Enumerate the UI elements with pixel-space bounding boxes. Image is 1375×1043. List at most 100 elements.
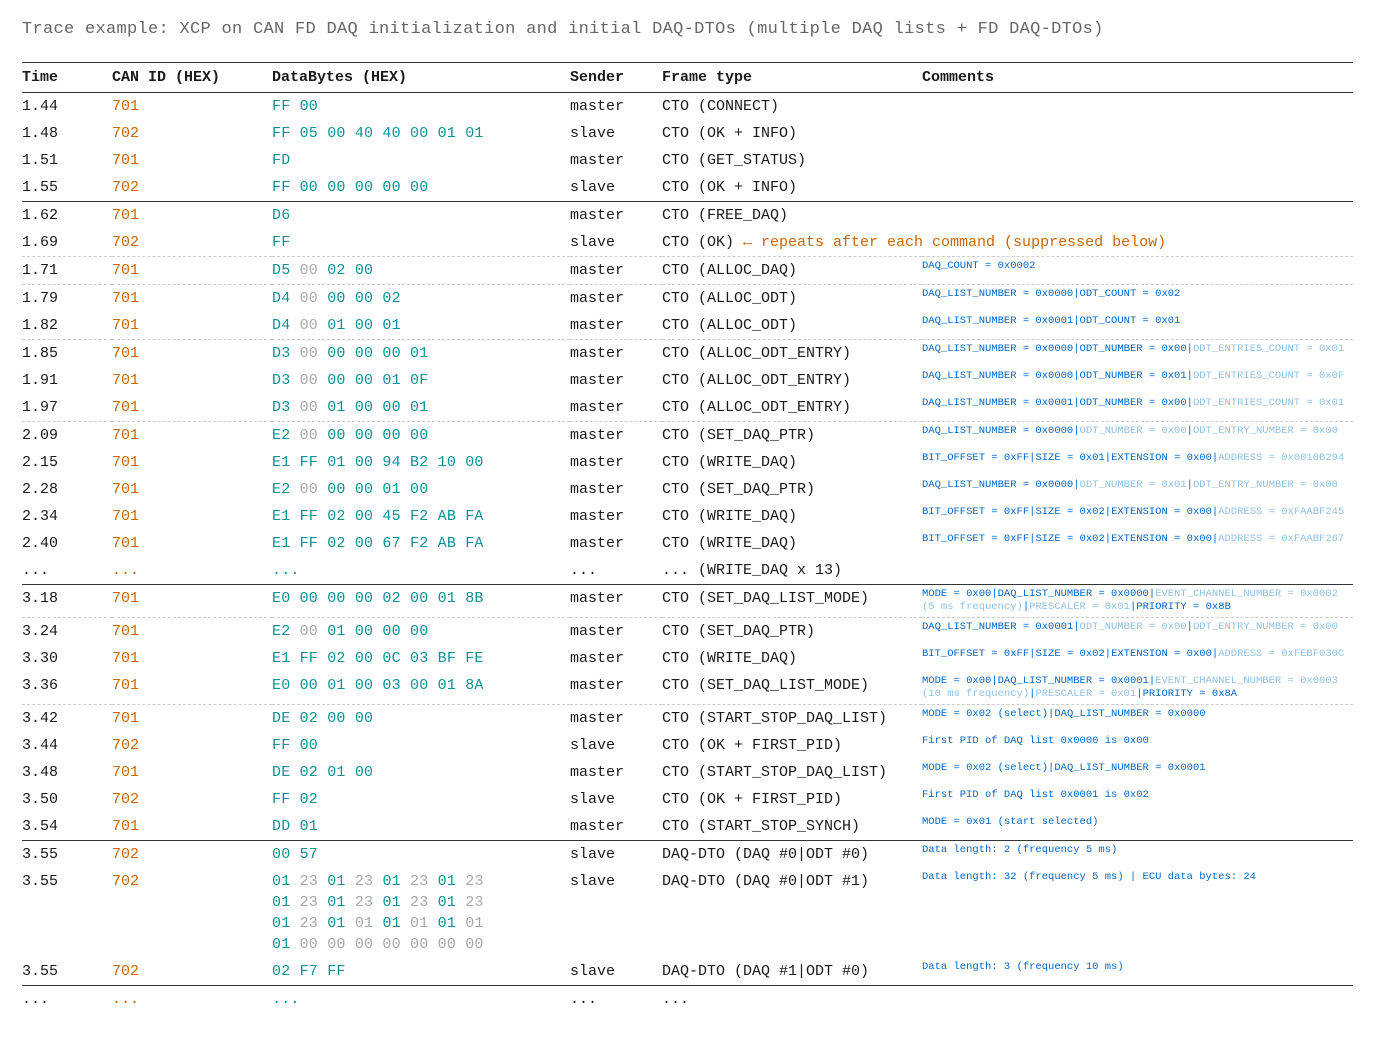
cell-canid: 701 [112,584,272,617]
cell-canid: 701 [112,421,272,449]
cell-databytes: D3 00 01 00 00 01 [272,394,570,422]
cell-comment: MODE = 0x00|DAQ_LIST_NUMBER = 0x0000|EVE… [922,584,1353,617]
cell-databytes: DE 02 01 00 [272,759,570,786]
cell-canid: 701 [112,201,272,229]
cell-canid: 701 [112,476,272,503]
cell-comment [922,201,1353,229]
cell-comment: DAQ_LIST_NUMBER = 0x0000|ODT_NUMBER = 0x… [922,339,1353,367]
header-comment: Comments [922,62,1353,92]
page-title: Trace example: XCP on CAN FD DAQ initial… [22,18,1353,42]
cell-canid: 701 [112,618,272,646]
cell-comment: DAQ_COUNT = 0x0002 [922,256,1353,284]
cell-canid: 702 [112,732,272,759]
cell-time: 1.44 [22,92,112,120]
cell-frametype: CTO (OK) ← repeats after each command (s… [662,229,922,257]
table-row: 3.54701DD 01masterCTO (START_STOP_SYNCH)… [22,813,1353,841]
cell-sender: master [570,147,662,174]
cell-frametype: CTO (WRITE_DAQ) [662,530,922,557]
header-data: DataBytes (HEX) [272,62,570,92]
table-row: 2.09701E2 00 00 00 00 00masterCTO (SET_D… [22,421,1353,449]
cell-comment: MODE = 0x01 (start selected) [922,813,1353,841]
cell-sender: master [570,394,662,422]
cell-time: 2.28 [22,476,112,503]
cell-sender: master [570,503,662,530]
cell-comment: DAQ_LIST_NUMBER = 0x0000|ODT_NUMBER = 0x… [922,476,1353,503]
cell-time: 3.36 [22,672,112,705]
header-time: Time [22,62,112,92]
cell-time: 1.48 [22,120,112,147]
cell-time: 1.79 [22,284,112,312]
cell-databytes: 01 23 01 23 01 23 01 23 01 23 01 23 01 2… [272,868,570,958]
table-row: 3.44702FF 00slaveCTO (OK + FIRST_PID)Fir… [22,732,1353,759]
cell-sender: master [570,705,662,733]
cell-sender: slave [570,120,662,147]
cell-sender: slave [570,841,662,869]
cell-databytes: FF 00 [272,92,570,120]
cell-time: 3.24 [22,618,112,646]
cell-comment: BIT_OFFSET = 0xFF|SIZE = 0x01|EXTENSION … [922,449,1353,476]
table-row: 1.62701D6masterCTO (FREE_DAQ) [22,201,1353,229]
cell-databytes: D6 [272,201,570,229]
cell-time: 3.18 [22,584,112,617]
cell-comment: BIT_OFFSET = 0xFF|SIZE = 0x02|EXTENSION … [922,645,1353,672]
cell-sender: master [570,421,662,449]
cell-time: 1.97 [22,394,112,422]
cell-canid: 701 [112,645,272,672]
cell-frametype: DAQ-DTO (DAQ #0|ODT #0) [662,841,922,869]
table-row: 1.44701FF 00masterCTO (CONNECT) [22,92,1353,120]
cell-frametype: CTO (START_STOP_SYNCH) [662,813,922,841]
table-row: 1.97701D3 00 01 00 00 01masterCTO (ALLOC… [22,394,1353,422]
cell-canid: 701 [112,92,272,120]
cell-frametype: CTO (WRITE_DAQ) [662,449,922,476]
cell-frametype: DAQ-DTO (DAQ #1|ODT #0) [662,958,922,986]
cell-frametype: CTO (ALLOC_ODT) [662,284,922,312]
cell-canid: 701 [112,705,272,733]
cell-sender: slave [570,229,662,257]
cell-sender: master [570,530,662,557]
cell-time: 3.30 [22,645,112,672]
cell-time: 1.69 [22,229,112,257]
cell-databytes: E1 FF 02 00 67 F2 AB FA [272,530,570,557]
cell-frametype: CTO (OK + INFO) [662,174,922,202]
cell-comment: DAQ_LIST_NUMBER = 0x0000|ODT_NUMBER = 0x… [922,367,1353,394]
cell-canid: 702 [112,120,272,147]
table-row: 2.28701E2 00 00 00 01 00masterCTO (SET_D… [22,476,1353,503]
cell-canid: 702 [112,958,272,986]
cell-time: 3.54 [22,813,112,841]
cell-databytes: D4 00 00 00 02 [272,284,570,312]
cell-canid: 701 [112,503,272,530]
cell-databytes: E2 00 00 00 00 00 [272,421,570,449]
header-sender: Sender [570,62,662,92]
table-row: 3.30701E1 FF 02 00 0C 03 BF FEmasterCTO … [22,645,1353,672]
cell-databytes: D4 00 01 00 01 [272,312,570,340]
cell-frametype: ... (WRITE_DAQ x 13) [662,557,922,585]
table-row: 1.82701D4 00 01 00 01masterCTO (ALLOC_OD… [22,312,1353,340]
cell-canid: 701 [112,759,272,786]
cell-databytes: E1 FF 02 00 0C 03 BF FE [272,645,570,672]
cell-time: 3.55 [22,958,112,986]
cell-databytes: 00 57 [272,841,570,869]
cell-sender: master [570,449,662,476]
table-row: 1.69702FFslaveCTO (OK) ← repeats after e… [22,229,1353,257]
cell-databytes: E1 FF 01 00 94 B2 10 00 [272,449,570,476]
cell-frametype: CTO (WRITE_DAQ) [662,645,922,672]
cell-comment [922,92,1353,120]
cell-comment: DAQ_LIST_NUMBER = 0x0001|ODT_NUMBER = 0x… [922,394,1353,422]
cell-frametype: DAQ-DTO (DAQ #0|ODT #1) [662,868,922,958]
cell-time: 1.71 [22,256,112,284]
cell-sender: master [570,813,662,841]
cell-sender: master [570,339,662,367]
cell-databytes: E0 00 00 00 02 00 01 8B [272,584,570,617]
cell-canid: 702 [112,174,272,202]
cell-frametype: CTO (ALLOC_ODT) [662,312,922,340]
table-row: 1.55702FF 00 00 00 00 00slaveCTO (OK + I… [22,174,1353,202]
cell-sender: master [570,618,662,646]
cell-canid: 701 [112,312,272,340]
cell-frametype: CTO (OK + FIRST_PID) [662,786,922,813]
cell-databytes: E2 00 00 00 01 00 [272,476,570,503]
table-row: 3.18701E0 00 00 00 02 00 01 8BmasterCTO … [22,584,1353,617]
cell-sender: master [570,645,662,672]
cell-canid: 701 [112,147,272,174]
cell-canid: 701 [112,672,272,705]
cell-frametype: CTO (WRITE_DAQ) [662,503,922,530]
